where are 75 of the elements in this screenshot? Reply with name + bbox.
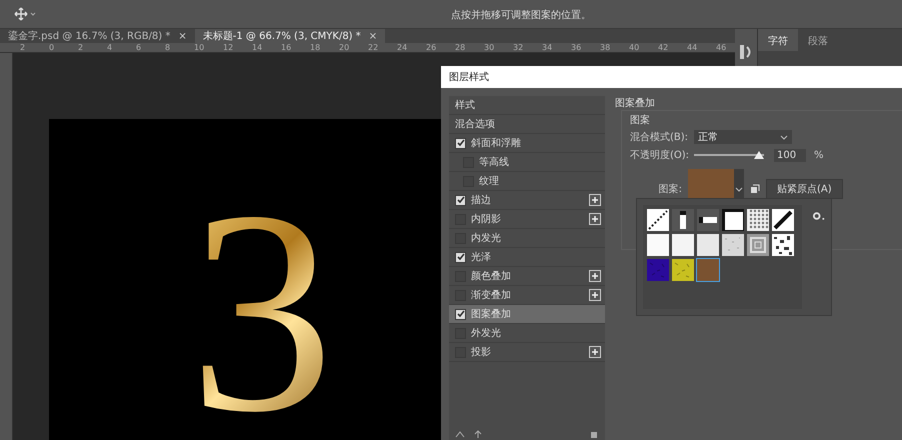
style-name: 描边 bbox=[471, 194, 492, 207]
horizontal-ruler: 2 0 2 4 6 8 10 12 14 16 18 20 22 24 26 28 30 32 34 36 38 40 42 44 46 bbox=[0, 43, 735, 53]
pattern-swatch[interactable] bbox=[747, 234, 769, 256]
style-name: 内阴影 bbox=[471, 212, 502, 226]
trash-icon[interactable] bbox=[589, 430, 599, 438]
blend-mode-dropdown[interactable]: 正常 bbox=[694, 130, 792, 144]
checkbox[interactable] bbox=[455, 252, 466, 262]
panel-tab[interactable]: 段落 bbox=[798, 29, 838, 51]
caret-icon bbox=[735, 186, 743, 192]
style-list-item[interactable]: 颜色叠加 bbox=[449, 267, 605, 286]
style-name: 等高线 bbox=[479, 156, 510, 169]
new-pattern-icon[interactable] bbox=[750, 184, 760, 194]
document-tab[interactable]: 未标题-1 @ 66.7% (3, CMYK/8) * × bbox=[194, 29, 386, 43]
field-label: 不透明度(O): bbox=[630, 148, 690, 162]
style-name: 光泽 bbox=[471, 250, 492, 264]
move-tool-icon[interactable] bbox=[14, 7, 38, 21]
add-icon[interactable] bbox=[589, 213, 601, 225]
style-list-item[interactable]: 样式 bbox=[449, 96, 605, 115]
style-list-item[interactable]: 外发光 bbox=[449, 324, 605, 343]
field-label: 图案: bbox=[658, 182, 682, 196]
style-name: 斜面和浮雕 bbox=[471, 136, 522, 150]
pattern-swatch[interactable] bbox=[697, 259, 719, 281]
style-name: 图案叠加 bbox=[471, 308, 512, 321]
pattern-swatch[interactable] bbox=[647, 234, 669, 256]
pattern-swatch[interactable] bbox=[672, 259, 694, 281]
settings-icon[interactable] bbox=[812, 211, 825, 221]
pattern-swatch[interactable] bbox=[722, 234, 744, 256]
close-icon[interactable]: × bbox=[178, 30, 187, 42]
field-label: 混合模式(B): bbox=[630, 130, 690, 144]
panel-tab[interactable]: 字符 bbox=[758, 29, 798, 51]
pattern-swatch[interactable] bbox=[672, 234, 694, 256]
style-name: 内发光 bbox=[471, 232, 502, 245]
style-list-item[interactable]: 图案叠加 bbox=[449, 305, 605, 324]
pattern-swatch[interactable] bbox=[647, 209, 669, 231]
style-list-item[interactable]: 描边 bbox=[449, 191, 605, 210]
style-list-item[interactable]: 纹理 bbox=[449, 172, 605, 191]
style-name: 投影 bbox=[471, 346, 492, 359]
style-name: 渐变叠加 bbox=[471, 288, 512, 302]
style-list-item[interactable]: 内阴影 bbox=[449, 210, 605, 229]
style-list-item[interactable]: 投影 bbox=[449, 343, 605, 362]
pattern-swatch[interactable] bbox=[647, 259, 669, 281]
caret-icon bbox=[780, 134, 788, 140]
checkbox[interactable] bbox=[455, 138, 466, 148]
add-icon[interactable] bbox=[589, 194, 601, 206]
pattern-swatch[interactable] bbox=[722, 209, 744, 231]
close-icon[interactable]: × bbox=[368, 30, 378, 42]
style-list-item[interactable]: 等高线 bbox=[449, 153, 605, 172]
pattern-swatch[interactable] bbox=[772, 234, 794, 256]
pattern-swatch[interactable] bbox=[697, 234, 719, 256]
style-list-item[interactable]: 斜面和浮雕 bbox=[449, 134, 605, 153]
snap-to-origin-button[interactable]: 贴紧原点(A) bbox=[766, 179, 843, 199]
add-icon[interactable] bbox=[589, 289, 601, 301]
percent-unit: % bbox=[814, 150, 824, 160]
checkbox[interactable] bbox=[455, 308, 466, 320]
pattern-swatch[interactable] bbox=[747, 209, 769, 231]
style-name: 颜色叠加 bbox=[471, 270, 512, 283]
opacity-field[interactable]: 100 bbox=[774, 148, 806, 162]
style-name: 纹理 bbox=[479, 175, 500, 188]
section-title: 图案叠加 bbox=[615, 96, 656, 110]
style-name: 外发光 bbox=[471, 326, 502, 340]
group-title: 图案 bbox=[630, 114, 651, 127]
checkbox[interactable] bbox=[455, 194, 466, 206]
up-arrow-icon[interactable] bbox=[473, 430, 483, 438]
pattern-swatch[interactable] bbox=[697, 209, 719, 231]
pattern-swatch[interactable] bbox=[672, 209, 694, 231]
add-icon[interactable] bbox=[589, 270, 601, 282]
style-list-item[interactable]: 混合选项 bbox=[449, 115, 605, 134]
slider-thumb[interactable] bbox=[754, 151, 764, 159]
pattern-swatch[interactable] bbox=[772, 209, 794, 231]
panel-icon[interactable] bbox=[739, 43, 753, 61]
dialog-title: 图层样式 bbox=[441, 66, 902, 88]
add-icon[interactable] bbox=[589, 346, 601, 358]
style-list-item[interactable]: 内发光 bbox=[449, 229, 605, 248]
hint-text: 点按并拖移可调整图案的位置。 bbox=[451, 8, 591, 22]
style-list-item[interactable]: 光泽 bbox=[449, 248, 605, 267]
